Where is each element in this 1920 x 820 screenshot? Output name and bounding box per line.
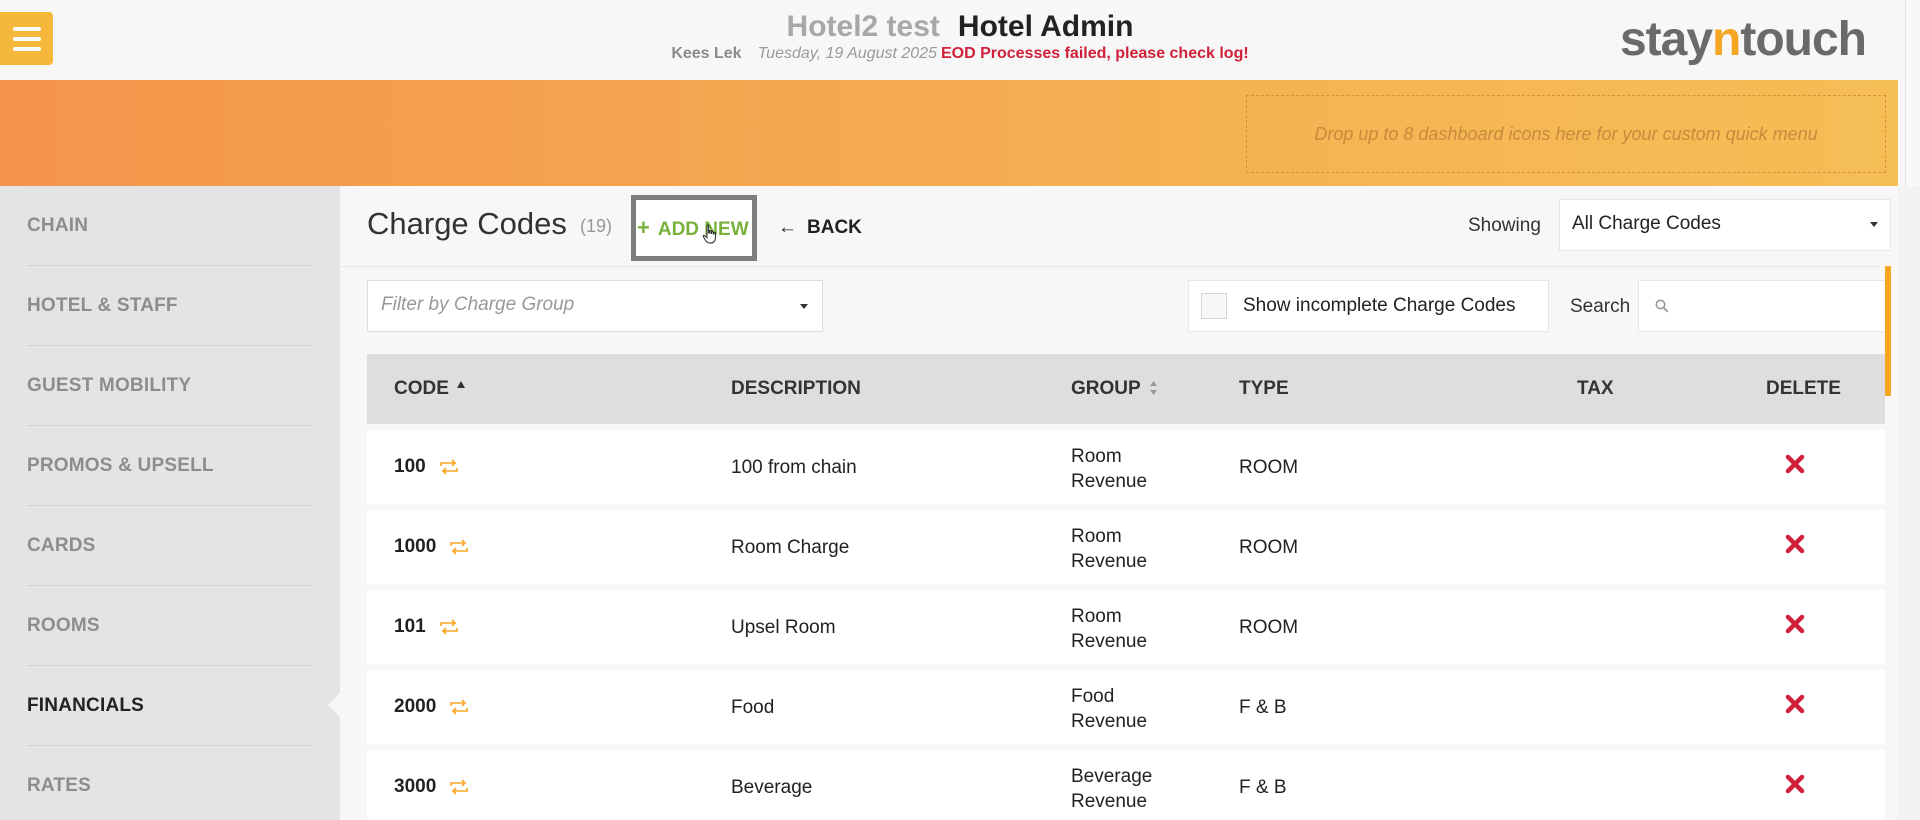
repeat-icon xyxy=(439,619,458,635)
search-icon xyxy=(1655,299,1669,313)
column-header-type: TYPE xyxy=(1239,378,1289,399)
page-scrollbar-track[interactable] xyxy=(1898,80,1920,186)
column-header-description: DESCRIPTION xyxy=(731,378,861,399)
repeat-icon xyxy=(439,459,458,475)
charge-group: Food Revenue xyxy=(1071,686,1148,732)
charge-code[interactable]: 1000 xyxy=(394,536,436,557)
table-row[interactable]: 101 Upsel Room Room Revenue ROOM xyxy=(367,590,1885,664)
charge-group: Room Revenue xyxy=(1071,606,1148,652)
user-name: Kees Lek xyxy=(671,45,742,62)
repeat-icon xyxy=(450,699,469,715)
search-input[interactable] xyxy=(1638,280,1886,332)
repeat-icon xyxy=(450,779,469,795)
column-header-delete: DELETE xyxy=(1766,378,1841,399)
charge-codes-table: CODE DESCRIPTION GROUP TYPE TAX DELETE 1… xyxy=(367,354,1885,820)
sidebar-item-guest-mobility[interactable]: GUEST MOBILITY xyxy=(27,346,312,426)
hand-cursor-icon xyxy=(702,224,716,244)
charge-description: Room Charge xyxy=(731,537,850,558)
table-row[interactable]: 1000 Room Charge Room Revenue ROOM xyxy=(367,510,1885,584)
delete-icon[interactable] xyxy=(1785,774,1805,794)
business-date: Tuesday, 19 August 2025 xyxy=(757,45,937,62)
charge-code[interactable]: 100 xyxy=(394,456,426,477)
delete-icon[interactable] xyxy=(1785,454,1805,474)
charge-type: ROOM xyxy=(1239,537,1299,558)
search-label: Search xyxy=(1570,296,1631,317)
sidebar-item-hotel-staff[interactable]: HOTEL & STAFF xyxy=(27,266,312,346)
charge-description: 100 from chain xyxy=(731,457,857,478)
sidebar-item-rooms[interactable]: ROOMS xyxy=(27,586,312,666)
charge-code[interactable]: 101 xyxy=(394,616,426,637)
main-content: Charge Codes (19) + ADD NEW ← BACK Showing… xyxy=(340,186,1898,820)
charge-code-count: (19) xyxy=(580,216,613,236)
content-scrollbar[interactable] xyxy=(1885,266,1891,396)
showing-label: Showing xyxy=(1468,215,1541,236)
quick-menu-drop-zone[interactable]: Drop up to 8 dashboard icons here for yo… xyxy=(1246,95,1886,173)
showing-select[interactable]: All Charge Codes xyxy=(1559,199,1891,251)
app-name: Hotel Admin xyxy=(957,10,1134,43)
dashboard-banner: Drop up to 8 dashboard icons here for yo… xyxy=(0,80,1920,186)
table-row[interactable]: 100 100 from chain Room Revenue ROOM xyxy=(367,430,1885,504)
charge-description: Food xyxy=(731,697,775,718)
sidebar-item-cards[interactable]: CARDS xyxy=(27,506,312,586)
back-button[interactable]: ← BACK xyxy=(778,217,862,239)
sidebar-item-chain[interactable]: CHAIN xyxy=(27,186,312,266)
repeat-icon xyxy=(450,539,469,555)
hotel-name: Hotel2 test xyxy=(786,10,940,43)
charge-type: ROOM xyxy=(1239,617,1299,638)
sidebar: CHAIN HOTEL & STAFF GUEST MOBILITY PROMO… xyxy=(0,186,340,820)
page-scrollbar[interactable] xyxy=(1898,0,1920,80)
delete-icon[interactable] xyxy=(1785,614,1805,634)
arrow-left-icon: ← xyxy=(778,217,797,238)
sort-both-icon xyxy=(1149,381,1157,395)
charge-code[interactable]: 2000 xyxy=(394,696,436,717)
column-header-tax: TAX xyxy=(1577,378,1614,399)
caret-down-icon xyxy=(800,304,808,309)
toolbar-divider xyxy=(340,266,1880,267)
charge-type: F & B xyxy=(1239,697,1287,718)
column-header-code[interactable]: CODE xyxy=(394,378,465,400)
top-header: Hotel2 test Hotel Admin Kees Lek Tuesday, … xyxy=(0,0,1920,80)
column-header-group[interactable]: GROUP xyxy=(1071,378,1158,400)
sidebar-item-rates[interactable]: RATES xyxy=(27,746,312,820)
page-title: Charge Codes xyxy=(367,206,567,241)
sidebar-item-financials[interactable]: FINANCIALS xyxy=(27,666,312,746)
charge-group: Beverage Revenue xyxy=(1071,766,1153,812)
table-header: CODE DESCRIPTION GROUP TYPE TAX DELETE xyxy=(367,354,1885,424)
table-row[interactable]: 2000 Food Food Revenue F & B xyxy=(367,670,1885,744)
show-incomplete-toggle[interactable]: Show incomplete Charge Codes xyxy=(1188,280,1549,332)
sidebar-item-promos-upsell[interactable]: PROMOS & UPSELL xyxy=(27,426,312,506)
charge-type: ROOM xyxy=(1239,457,1299,478)
add-new-button[interactable]: + ADD NEW xyxy=(637,215,749,241)
charge-description: Upsel Room xyxy=(731,617,836,638)
charge-type: F & B xyxy=(1239,777,1287,798)
charge-code[interactable]: 3000 xyxy=(394,776,436,797)
delete-icon[interactable] xyxy=(1785,694,1805,714)
charge-group: Room Revenue xyxy=(1071,526,1148,572)
charge-description: Beverage xyxy=(731,777,813,798)
stayntouch-logo: stayntouch xyxy=(1619,13,1867,66)
caret-down-icon xyxy=(1870,222,1878,227)
table-row[interactable]: 3000 Beverage Beverage Revenue F & B xyxy=(367,750,1885,820)
sort-ascending-icon xyxy=(456,381,465,388)
delete-icon[interactable] xyxy=(1785,534,1805,554)
plus-icon: + xyxy=(637,215,650,240)
show-incomplete-checkbox[interactable] xyxy=(1201,293,1227,319)
eod-error-message[interactable]: EOD Processes failed, please check log! xyxy=(941,45,1249,62)
charge-group: Room Revenue xyxy=(1071,446,1148,492)
charge-group-filter[interactable]: Filter by Charge Group xyxy=(367,280,823,332)
